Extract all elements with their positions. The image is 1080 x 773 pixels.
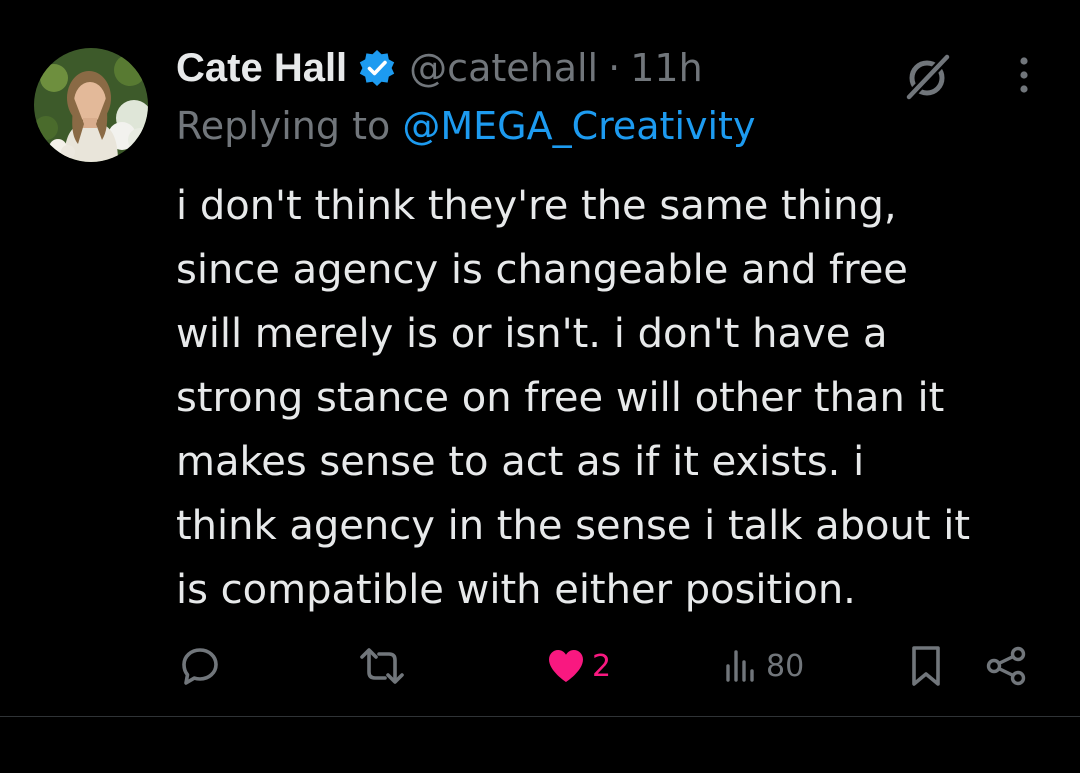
replying-to: Replying to @MEGA_Creativity: [176, 104, 755, 148]
tweet-text-line: i don't think they're the same thing,: [176, 183, 897, 229]
reply-icon: [182, 648, 218, 685]
views-count: 80: [766, 648, 805, 684]
share-icon: [986, 646, 1026, 686]
tweet-header: Cate Hall @catehall · 11h: [176, 40, 703, 96]
heart-icon: [549, 650, 583, 682]
avatar[interactable]: [34, 48, 148, 162]
reply-button[interactable]: [176, 636, 224, 696]
bookmark-button[interactable]: [906, 636, 946, 696]
replying-to-mention[interactable]: @MEGA_Creativity: [402, 104, 755, 148]
like-count: 2: [592, 648, 612, 684]
action-bar: 2 80: [0, 636, 1080, 696]
tweet-text-line: strong stance on free will other than it: [176, 375, 945, 421]
tweet-text-line: since agency is changeable and free: [176, 247, 908, 293]
bookmark-icon: [912, 646, 940, 686]
separator-dot: ·: [608, 46, 621, 90]
replying-to-label: Replying to: [176, 104, 391, 148]
tweet-text-line: think agency in the sense i talk about i…: [176, 503, 971, 549]
author-handle[interactable]: @catehall: [409, 46, 598, 90]
like-button[interactable]: 2: [546, 636, 611, 696]
more-options-icon[interactable]: [1004, 52, 1044, 98]
avatar-photo: [34, 48, 148, 162]
grok-icon[interactable]: [900, 48, 956, 104]
divider: [0, 716, 1080, 717]
retweet-icon: [360, 648, 404, 684]
views-icon: [726, 650, 754, 682]
tweet-text: i don't think they're the same thing, si…: [176, 174, 1056, 622]
share-button[interactable]: [982, 636, 1030, 696]
verified-badge-icon: [357, 48, 397, 88]
retweet-button[interactable]: [356, 636, 408, 696]
tweet[interactable]: Cate Hall @catehall · 11h Replying to @M…: [0, 0, 1080, 716]
author-name[interactable]: Cate Hall: [176, 46, 347, 91]
tweet-text-line: will merely is or isn't. i don't have a: [176, 311, 888, 357]
tweet-text-line: is compatible with either position.: [176, 567, 856, 613]
tweet-text-line: makes sense to act as if it exists. i: [176, 439, 865, 485]
views-button[interactable]: 80: [720, 636, 804, 696]
timestamp[interactable]: 11h: [630, 46, 702, 90]
